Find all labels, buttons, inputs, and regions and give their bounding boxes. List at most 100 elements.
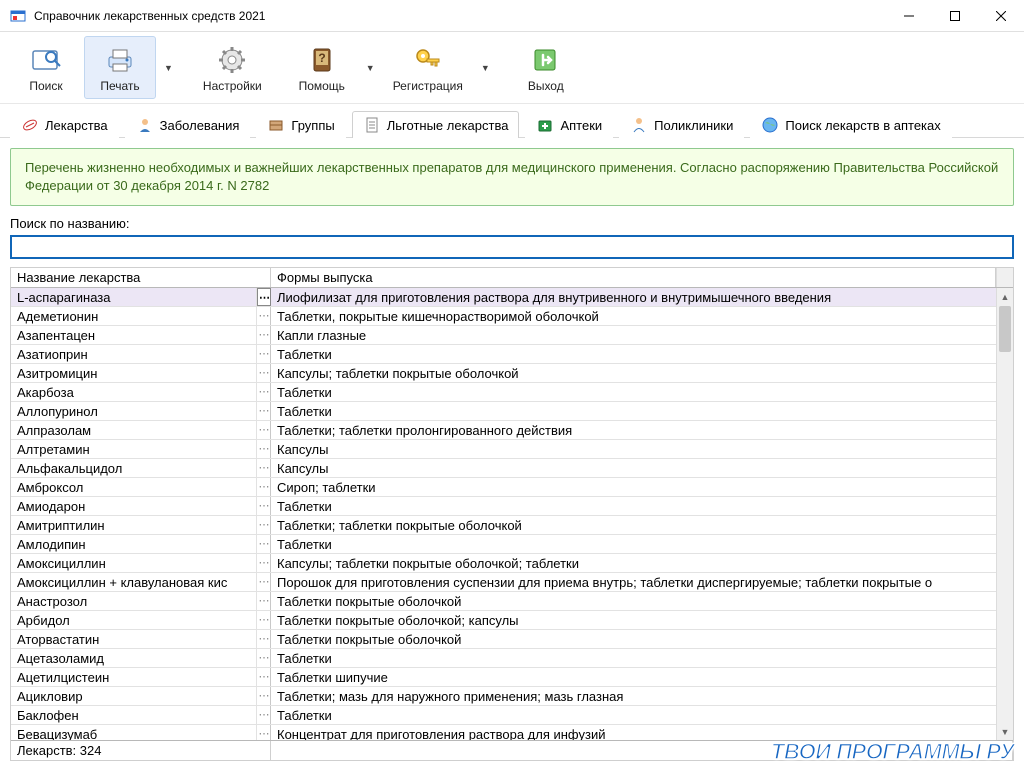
toolbar-settings-button[interactable]: Настройки — [193, 36, 272, 99]
toolbar-label: Печать — [100, 79, 139, 93]
cell-form: Порошок для приготовления суспензии для … — [271, 573, 1013, 591]
row-details-button[interactable]: ⋯ — [257, 630, 271, 648]
table-row[interactable]: Амоксициллин + клавулановая кис⋯Порошок … — [11, 573, 1013, 592]
table-row[interactable]: Арбидол⋯Таблетки покрытые оболочкой; кап… — [11, 611, 1013, 630]
cell-name: Азапентацен — [11, 326, 257, 344]
search-input[interactable] — [10, 235, 1014, 259]
help-dropdown-arrow[interactable]: ▼ — [360, 36, 381, 99]
row-details-button[interactable]: ⋯ — [257, 345, 271, 363]
table-row[interactable]: Бевацизумаб⋯Концентрат для приготовления… — [11, 725, 1013, 740]
table-row[interactable]: Алпразолам⋯Таблетки; таблетки пролонгиро… — [11, 421, 1013, 440]
table-row[interactable]: Азатиоприн⋯Таблетки — [11, 345, 1013, 364]
cell-name: Ацетазоламид — [11, 649, 257, 667]
footer-empty — [271, 741, 1013, 760]
table-row[interactable]: Алтретамин⋯Капсулы — [11, 440, 1013, 459]
table-row[interactable]: Амитриптилин⋯Таблетки; таблетки покрытые… — [11, 516, 1013, 535]
row-details-button[interactable]: ⋯ — [257, 535, 271, 553]
tab-pharmacies[interactable]: Аптеки — [525, 111, 613, 138]
vertical-scrollbar[interactable]: ▲ ▼ — [996, 288, 1013, 740]
toolbar-label: Настройки — [203, 79, 262, 93]
row-details-button[interactable]: ⋯ — [257, 554, 271, 572]
row-details-button[interactable]: ⋯ — [257, 592, 271, 610]
tab-medicines[interactable]: Лекарства — [10, 111, 119, 138]
toolbar-exit-button[interactable]: Выход — [510, 36, 582, 99]
row-details-button[interactable]: ⋯ — [257, 326, 271, 344]
table-row[interactable]: Аторвастатин⋯Таблетки покрытые оболочкой — [11, 630, 1013, 649]
tab-label: Льготные лекарства — [387, 118, 509, 133]
row-details-button[interactable]: ⋯ — [257, 288, 271, 306]
table-row[interactable]: Амброксол⋯Сироп; таблетки — [11, 478, 1013, 497]
cell-form: Капли глазные — [271, 326, 1013, 344]
row-details-button[interactable]: ⋯ — [257, 573, 271, 591]
row-details-button[interactable]: ⋯ — [257, 383, 271, 401]
tab-label: Поиск лекарств в аптеках — [785, 118, 940, 133]
column-header-form[interactable]: Формы выпуска — [271, 268, 996, 287]
search-label: Поиск по названию: — [10, 216, 1014, 231]
table-row[interactable]: Акарбоза⋯Таблетки — [11, 383, 1013, 402]
row-details-button[interactable]: ⋯ — [257, 725, 271, 740]
row-details-button[interactable]: ⋯ — [257, 459, 271, 477]
cell-name: Амоксициллин — [11, 554, 257, 572]
table-row[interactable]: Альфакальцидол⋯Капсулы — [11, 459, 1013, 478]
row-details-button[interactable]: ⋯ — [257, 497, 271, 515]
content-area: Перечень жизненно необходимых и важнейши… — [0, 138, 1024, 771]
globe-icon — [761, 116, 779, 134]
maximize-button[interactable] — [932, 0, 978, 32]
table-row[interactable]: Азитромицин⋯Капсулы; таблетки покрытые о… — [11, 364, 1013, 383]
toolbar-label: Выход — [528, 79, 564, 93]
toolbar-register-button[interactable]: Регистрация — [383, 36, 473, 99]
row-details-button[interactable]: ⋯ — [257, 402, 271, 420]
row-details-button[interactable]: ⋯ — [257, 307, 271, 325]
scroll-up-arrow[interactable]: ▲ — [997, 288, 1013, 305]
table-row[interactable]: Амлодипин⋯Таблетки — [11, 535, 1013, 554]
tab-search-in-pharmacies[interactable]: Поиск лекарств в аптеках — [750, 111, 951, 138]
row-details-button[interactable]: ⋯ — [257, 668, 271, 686]
grid-header: Название лекарства Формы выпуска — [11, 268, 1013, 288]
pill-icon — [21, 116, 39, 134]
cell-form: Капсулы — [271, 459, 1013, 477]
row-details-button[interactable]: ⋯ — [257, 649, 271, 667]
row-details-button[interactable]: ⋯ — [257, 516, 271, 534]
cell-form: Капсулы; таблетки покрытые оболочкой; та… — [271, 554, 1013, 572]
row-details-button[interactable]: ⋯ — [257, 611, 271, 629]
table-row[interactable]: Амоксициллин⋯Капсулы; таблетки покрытые … — [11, 554, 1013, 573]
scroll-down-arrow[interactable]: ▼ — [997, 723, 1013, 740]
row-details-button[interactable]: ⋯ — [257, 440, 271, 458]
row-details-button[interactable]: ⋯ — [257, 478, 271, 496]
table-row[interactable]: Анастрозол⋯Таблетки покрытые оболочкой — [11, 592, 1013, 611]
table-row[interactable]: Аллопуринол⋯Таблетки — [11, 402, 1013, 421]
toolbar-help-button[interactable]: ? Помощь — [286, 36, 358, 99]
cell-name: Адеметионин — [11, 307, 257, 325]
row-details-button[interactable]: ⋯ — [257, 421, 271, 439]
print-dropdown-arrow[interactable]: ▼ — [158, 36, 179, 99]
row-details-button[interactable]: ⋯ — [257, 706, 271, 724]
toolbar-print-button[interactable]: Печать — [84, 36, 156, 99]
register-dropdown-arrow[interactable]: ▼ — [475, 36, 496, 99]
table-row[interactable]: Ацетазоламид⋯Таблетки — [11, 649, 1013, 668]
row-details-button[interactable]: ⋯ — [257, 364, 271, 382]
cell-name: Азатиоприн — [11, 345, 257, 363]
table-row[interactable]: Адеметионин⋯Таблетки, покрытые кишечнора… — [11, 307, 1013, 326]
close-button[interactable] — [978, 0, 1024, 32]
table-row[interactable]: Баклофен⋯Таблетки — [11, 706, 1013, 725]
row-details-button[interactable]: ⋯ — [257, 687, 271, 705]
svg-text:?: ? — [318, 51, 325, 65]
doctor-icon — [630, 116, 648, 134]
cell-name: Аллопуринол — [11, 402, 257, 420]
table-row[interactable]: Ацетилцистеин⋯Таблетки шипучие — [11, 668, 1013, 687]
tab-clinics[interactable]: Поликлиники — [619, 111, 744, 138]
cell-name: Ацикловир — [11, 687, 257, 705]
scroll-thumb[interactable] — [999, 306, 1011, 352]
table-row[interactable]: L-аспарагиназа⋯Лиофилизат для приготовле… — [11, 288, 1013, 307]
table-row[interactable]: Ацикловир⋯Таблетки; мазь для наружного п… — [11, 687, 1013, 706]
tab-preferential-medicines[interactable]: Льготные лекарства — [352, 111, 520, 138]
toolbar-search-button[interactable]: Поиск — [10, 36, 82, 99]
tab-label: Аптеки — [560, 118, 602, 133]
tab-groups[interactable]: Группы — [256, 111, 345, 138]
minimize-button[interactable] — [886, 0, 932, 32]
table-row[interactable]: Азапентацен⋯Капли глазные — [11, 326, 1013, 345]
column-header-name[interactable]: Название лекарства — [11, 268, 271, 287]
cell-name: Амоксициллин + клавулановая кис — [11, 573, 257, 591]
tab-diseases[interactable]: Заболевания — [125, 111, 251, 138]
table-row[interactable]: Амиодарон⋯Таблетки — [11, 497, 1013, 516]
